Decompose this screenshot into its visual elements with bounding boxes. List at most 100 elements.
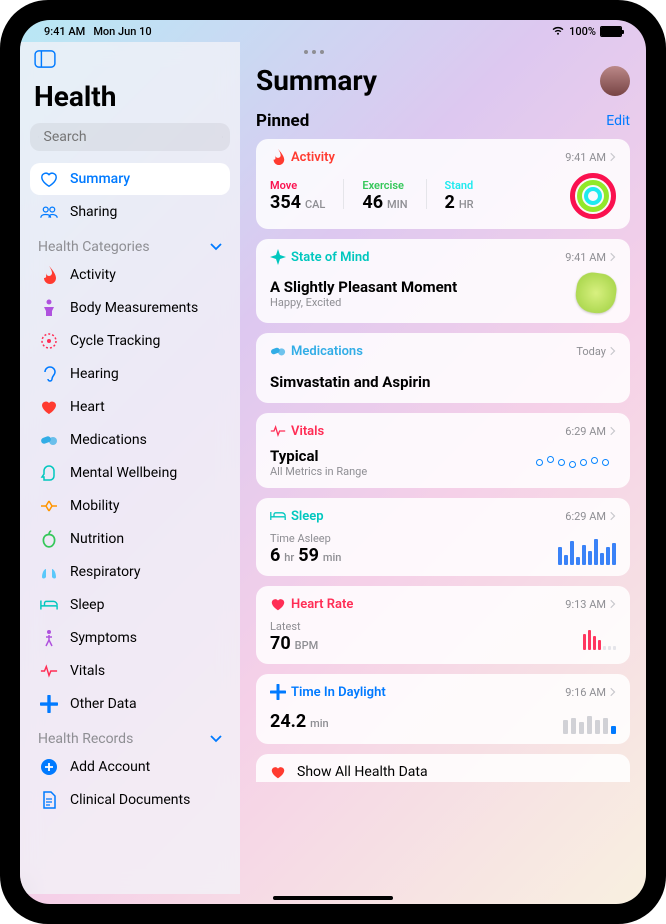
activity-rings-icon xyxy=(570,173,616,219)
wifi-icon xyxy=(551,26,565,36)
status-bar: 9:41 AM Mon Jun 10 100% xyxy=(20,20,646,42)
document-icon xyxy=(38,791,60,809)
chevron-right-icon xyxy=(610,599,616,609)
sleep-mins-unit: min xyxy=(323,551,342,564)
sidebar-item-hearing[interactable]: Hearing xyxy=(30,358,230,390)
sidebar-item-label: Vitals xyxy=(70,663,105,679)
card-title: Vitals xyxy=(291,424,324,439)
exercise-value: 46 xyxy=(362,192,383,213)
sidebar-item-label: Mental Wellbeing xyxy=(70,465,177,481)
sidebar-toggle-icon[interactable] xyxy=(34,50,56,68)
page-title: Summary xyxy=(256,64,377,97)
card-vitals[interactable]: Vitals 6:29 AM Typical All Metrics in Ra… xyxy=(256,413,630,488)
sidebar-item-label: Symptoms xyxy=(70,630,137,646)
pinned-label: Pinned xyxy=(256,111,309,131)
sidebar-item-summary[interactable]: Summary xyxy=(30,163,230,195)
sidebar-item-mental[interactable]: Mental Wellbeing xyxy=(30,457,230,489)
bed-icon xyxy=(38,596,60,614)
sidebar-item-label: Activity xyxy=(70,267,116,283)
som-headline: A Slightly Pleasant Moment xyxy=(270,278,457,296)
sidebar-item-label: Respiratory xyxy=(70,564,141,580)
sidebar-item-respiratory[interactable]: Respiratory xyxy=(30,556,230,588)
flame-icon xyxy=(270,149,286,165)
card-title: Time In Daylight xyxy=(291,685,386,700)
symptoms-icon xyxy=(38,629,60,647)
chevron-right-icon xyxy=(610,346,616,356)
section-health-categories[interactable]: Health Categories xyxy=(30,229,230,259)
card-title: State of Mind xyxy=(291,250,369,265)
sidebar-item-cycle[interactable]: Cycle Tracking xyxy=(30,325,230,357)
heart-rate-chart-icon xyxy=(583,624,616,650)
sleep-hours: 6 xyxy=(270,545,280,566)
sidebar-item-clinical[interactable]: Clinical Documents xyxy=(30,784,230,816)
card-daylight[interactable]: Time In Daylight 9:16 AM 24.2 min xyxy=(256,674,630,744)
chevron-right-icon xyxy=(610,252,616,262)
plus-icon xyxy=(38,695,60,713)
vitals-icon xyxy=(270,423,286,439)
card-state-of-mind[interactable]: State of Mind 9:41 AM A Slightly Pleasan… xyxy=(256,239,630,323)
card-time: 9:41 AM xyxy=(565,251,616,264)
sleep-chart-icon xyxy=(558,533,616,565)
hr-value: 70 xyxy=(270,633,291,654)
sidebar-item-other[interactable]: Other Data xyxy=(30,688,230,720)
hr-unit: BPM xyxy=(295,639,319,652)
sidebar-item-sleep[interactable]: Sleep xyxy=(30,589,230,621)
sidebar-item-vitals[interactable]: Vitals xyxy=(30,655,230,687)
sleep-mins: 59 xyxy=(298,545,319,566)
brain-icon xyxy=(38,464,60,482)
battery-text: 100% xyxy=(569,25,596,38)
card-medications[interactable]: Medications Today Simvastatin and Aspiri… xyxy=(256,333,630,403)
pills-icon xyxy=(38,431,60,449)
pills-icon xyxy=(270,343,286,359)
chevron-right-icon xyxy=(610,687,616,697)
card-time: 6:29 AM xyxy=(565,510,616,523)
sidebar-item-label: Hearing xyxy=(70,366,119,382)
status-time: 9:41 AM xyxy=(44,25,85,38)
sidebar-item-mobility[interactable]: Mobility xyxy=(30,490,230,522)
sidebar-item-symptoms[interactable]: Symptoms xyxy=(30,622,230,654)
sidebar-item-heart[interactable]: Heart xyxy=(30,391,230,423)
sidebar-item-label: Add Account xyxy=(70,759,150,775)
ear-icon xyxy=(38,365,60,383)
chevron-down-icon xyxy=(210,241,222,253)
card-title: Heart Rate xyxy=(291,597,353,612)
section-label: Health Records xyxy=(38,731,133,747)
mood-flower-icon xyxy=(573,270,618,315)
mobility-icon xyxy=(38,497,60,515)
sidebar-item-add-account[interactable]: Add Account xyxy=(30,751,230,783)
lungs-icon xyxy=(38,563,60,581)
chevron-down-icon xyxy=(210,733,222,745)
card-title: Medications xyxy=(291,344,363,359)
sidebar-item-label: Nutrition xyxy=(70,531,124,547)
section-health-records[interactable]: Health Records xyxy=(30,721,230,751)
stand-value: 2 xyxy=(445,192,455,213)
sidebar-item-label: Sleep xyxy=(70,597,104,613)
search-field[interactable] xyxy=(44,129,222,145)
sun-icon xyxy=(270,684,286,700)
bed-icon xyxy=(270,508,286,524)
profile-avatar[interactable] xyxy=(600,66,630,96)
card-time: 9:16 AM xyxy=(565,686,616,699)
battery-icon xyxy=(600,26,622,37)
show-all-button[interactable]: Show All Health Data xyxy=(256,754,630,782)
add-circle-icon xyxy=(38,758,60,776)
move-unit: CAL xyxy=(305,198,325,211)
heart-icon xyxy=(38,398,60,416)
sidebar-item-activity[interactable]: Activity xyxy=(30,259,230,291)
edit-button[interactable]: Edit xyxy=(606,113,630,129)
card-activity[interactable]: Activity 9:41 AM Move 354 CAL Exercise 4… xyxy=(256,139,630,229)
content-area: Summary Pinned Edit Activity 9:41 AM Mov… xyxy=(240,42,646,894)
sidebar-item-body[interactable]: Body Measurements xyxy=(30,292,230,324)
home-indicator[interactable] xyxy=(273,896,393,900)
search-input[interactable] xyxy=(30,123,230,151)
hr-label: Latest xyxy=(270,620,318,633)
sidebar-item-label: Other Data xyxy=(70,696,137,712)
sidebar-item-medications[interactable]: Medications xyxy=(30,424,230,456)
card-sleep[interactable]: Sleep 6:29 AM Time Asleep 6 hr 59 min xyxy=(256,498,630,576)
exercise-unit: MIN xyxy=(387,198,408,211)
sidebar-item-nutrition[interactable]: Nutrition xyxy=(30,523,230,555)
medications-body: Simvastatin and Aspirin xyxy=(270,367,616,393)
multitask-dots-icon[interactable] xyxy=(256,46,630,64)
card-heart-rate[interactable]: Heart Rate 9:13 AM Latest 70 BPM xyxy=(256,586,630,664)
sidebar-item-sharing[interactable]: Sharing xyxy=(30,196,230,228)
